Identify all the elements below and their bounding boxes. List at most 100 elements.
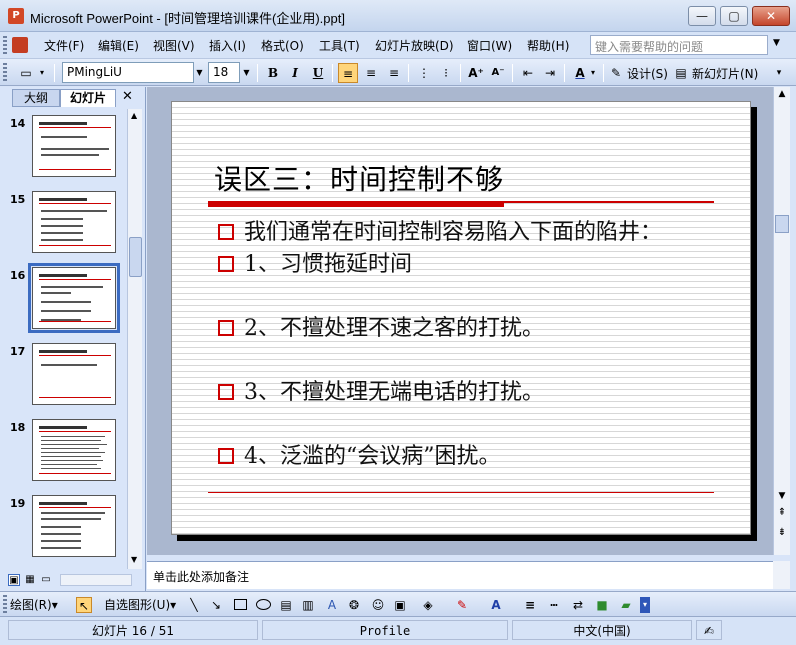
bullet-box-icon <box>218 384 234 400</box>
bold-button[interactable]: B <box>263 63 283 83</box>
bullet-list-icon[interactable]: ⁝ <box>436 63 456 83</box>
slide-thumbnail-16[interactable] <box>28 263 120 333</box>
tab-slides[interactable]: 幻灯片 <box>60 89 116 107</box>
fill-color-icon[interactable]: ◈ <box>420 597 436 613</box>
diagram-icon[interactable]: ❂ <box>346 597 362 613</box>
scroll-up-icon[interactable]: ▲ <box>131 111 137 120</box>
scroll-down-icon[interactable]: ▼ <box>774 491 790 501</box>
previous-slide-icon[interactable]: ⇞ <box>774 507 790 518</box>
shadow-style-icon[interactable]: ■ <box>594 597 610 613</box>
line-style-icon[interactable]: ≡ <box>522 597 538 613</box>
3d-style-icon[interactable]: ▰ <box>618 597 634 613</box>
menu-file[interactable]: 文件(F) <box>44 37 84 54</box>
notes-scrollbar[interactable] <box>773 561 790 589</box>
document-icon[interactable] <box>12 37 28 53</box>
font-color-icon[interactable]: A <box>570 63 590 83</box>
powerpoint-app-icon[interactable]: P <box>8 8 24 24</box>
font-color-draw-icon[interactable]: A <box>488 597 504 613</box>
line-color-icon[interactable]: ✎ <box>454 597 470 613</box>
spelling-status-icon[interactable]: ✍ <box>696 620 722 640</box>
minimize-icon: — <box>696 9 708 23</box>
notes-input[interactable]: 单击此处添加备注 <box>147 561 773 589</box>
bullet-item[interactable]: 4、泛滥的“会议病”困扰。 <box>218 438 501 470</box>
slide-thumbnail-18[interactable] <box>32 419 116 481</box>
bullet-item[interactable]: 我们通常在时间控制容易陷入下面的陷井： <box>218 214 662 246</box>
numbered-list-icon[interactable]: ⋮ <box>414 63 434 83</box>
slide-thumbnail-19[interactable] <box>32 495 116 557</box>
font-name-select[interactable]: PMingLiU <box>62 62 194 83</box>
font-name-dropdown-icon[interactable]: ▼ <box>193 63 206 82</box>
italic-button[interactable]: I <box>285 63 305 83</box>
scroll-thumb[interactable] <box>775 215 789 233</box>
minimize-button[interactable]: — <box>688 6 716 26</box>
maximize-button[interactable]: ▢ <box>720 6 748 26</box>
menu-format[interactable]: 格式(O) <box>261 37 304 54</box>
next-slide-icon[interactable]: ⇟ <box>774 527 790 538</box>
thumbnail-scrollbar[interactable]: ▲ ▼ <box>127 109 142 569</box>
decrease-font-icon[interactable]: A⁻ <box>488 63 508 83</box>
design-button[interactable]: 设计(S) <box>627 65 668 82</box>
menu-view[interactable]: 视图(V) <box>153 37 195 54</box>
increase-indent-icon[interactable]: ⇥ <box>540 63 560 83</box>
menu-edit[interactable]: 编辑(E) <box>98 37 139 54</box>
new-slide-button[interactable]: 新幻灯片(N) <box>692 65 758 82</box>
align-right-icon[interactable]: ≡ <box>384 63 404 83</box>
slide-title[interactable]: 误区三：时间控制不够 <box>214 158 504 198</box>
increase-font-icon[interactable]: A⁺ <box>466 63 486 83</box>
scroll-down-icon[interactable]: ▼ <box>131 555 137 564</box>
tab-outline[interactable]: 大纲 <box>12 89 60 107</box>
scroll-thumb[interactable] <box>129 237 142 277</box>
underline-button[interactable]: U <box>308 63 328 83</box>
wordart-icon[interactable]: A <box>324 597 340 613</box>
menu-tools[interactable]: 工具(T) <box>319 37 360 54</box>
line-icon[interactable]: ╲ <box>186 597 202 613</box>
slide-scrollbar[interactable]: ▲ ▼ ⇞ ⇟ <box>773 87 790 555</box>
picture-icon[interactable]: ▣ <box>392 597 408 613</box>
menubar-grip[interactable] <box>3 36 7 54</box>
textbox-icon[interactable]: ▤ <box>278 597 294 613</box>
autoshapes-menu-button[interactable]: 自选图形(U)▾ <box>104 596 176 613</box>
new-document-icon[interactable]: ▭ <box>16 63 36 83</box>
font-size-dropdown-icon[interactable]: ▼ <box>240 63 253 82</box>
menu-window[interactable]: 窗口(W) <box>467 37 512 54</box>
draw-menu-button[interactable]: 绘图(R)▾ <box>10 596 58 613</box>
slide-thumbnail-15[interactable] <box>32 191 116 253</box>
menu-insert[interactable]: 插入(I) <box>209 37 246 54</box>
bullet-item[interactable]: 3、不擅处理无端电话的打扰。 <box>218 374 544 406</box>
drawbar-grip[interactable] <box>3 595 7 613</box>
menu-help[interactable]: 帮助(H) <box>527 37 569 54</box>
select-pointer-icon[interactable]: ↖ <box>76 597 92 613</box>
bullet-item[interactable]: 2、不擅处理不速之客的打扰。 <box>218 310 544 342</box>
menu-slideshow[interactable]: 幻灯片放映(D) <box>375 37 454 54</box>
slide-canvas[interactable]: 误区三：时间控制不够 我们通常在时间控制容易陷入下面的陷井： 1、习惯拖延时间 … <box>171 101 751 535</box>
slide-thumbnail-14[interactable] <box>32 115 116 177</box>
slideshow-view-icon[interactable]: ▭ <box>40 574 52 586</box>
arrow-icon[interactable]: ↘ <box>208 597 224 613</box>
align-center-icon[interactable]: ≡ <box>361 63 381 83</box>
scroll-up-icon[interactable]: ▲ <box>774 89 790 99</box>
vertical-textbox-icon[interactable]: ▥ <box>300 597 316 613</box>
clipart-icon[interactable]: ☺ <box>370 597 386 613</box>
font-size-select[interactable]: 18 <box>208 62 240 83</box>
slide-sorter-view-icon[interactable]: ▦ <box>24 574 36 586</box>
close-button[interactable]: ✕ <box>752 6 790 26</box>
new-dropdown-icon[interactable]: ▾ <box>36 63 48 83</box>
thumbnail-number: 18 <box>10 421 26 434</box>
toolbar-grip[interactable] <box>3 63 7 81</box>
rectangle-icon[interactable] <box>234 599 247 610</box>
horizontal-scrollbar[interactable] <box>60 574 132 586</box>
arrow-style-icon[interactable]: ⇄ <box>570 597 586 613</box>
align-left-icon[interactable]: ≡ <box>338 63 358 83</box>
font-color-dropdown-icon[interactable]: ▾ <box>588 63 598 83</box>
toolbar-options-icon[interactable]: ▾ <box>772 63 786 83</box>
drawbar-options-icon[interactable]: ▾ <box>640 597 650 613</box>
pane-close-icon[interactable]: ✕ <box>122 89 133 104</box>
decrease-indent-icon[interactable]: ⇤ <box>518 63 538 83</box>
bullet-item[interactable]: 1、习惯拖延时间 <box>218 246 412 278</box>
normal-view-icon[interactable]: ▣ <box>8 574 20 586</box>
help-search-input[interactable]: 键入需要帮助的问题 <box>590 35 768 55</box>
slide-thumbnail-17[interactable] <box>32 343 116 405</box>
help-dropdown-icon[interactable]: ▼ <box>773 38 780 48</box>
oval-icon[interactable] <box>256 599 271 610</box>
dash-style-icon[interactable]: ┅ <box>546 597 562 613</box>
